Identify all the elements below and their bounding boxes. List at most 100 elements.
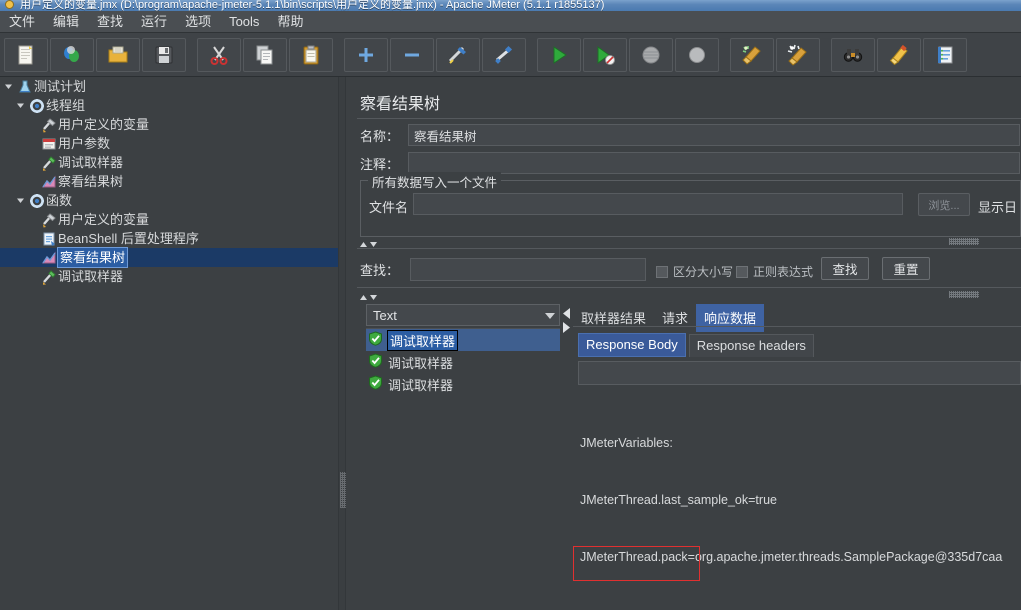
tree-label: 察看结果树 [56, 247, 129, 268]
result-row-1[interactable]: 调试取样器 [366, 329, 560, 351]
tree-node-user-variables-2[interactable]: 用户定义的变量 [0, 210, 338, 229]
tree-node-user-parameters[interactable]: 用户参数 [0, 134, 338, 153]
stop-button[interactable] [629, 37, 673, 72]
detail-tabbar[interactable]: 取样器结果 请求 响应数据 [573, 304, 765, 332]
tree-label: 用户定义的变量 [58, 212, 150, 227]
reset-button[interactable]: 重置 [882, 257, 930, 280]
collapse-right-icon[interactable] [562, 321, 571, 339]
tree-node-thread-group[interactable]: 线程组 [0, 96, 338, 115]
save-button[interactable] [142, 37, 186, 72]
response-tabbar[interactable]: Response Body Response headers [578, 333, 814, 357]
tree-node-beanshell-postprocessor[interactable]: BeanShell 后置处理程序 [0, 229, 338, 248]
clear-button[interactable] [730, 37, 774, 72]
result-label: 调试取样器 [388, 377, 454, 393]
chevron-down-icon[interactable] [14, 96, 27, 115]
detail-splitter[interactable] [562, 303, 572, 610]
case-sensitive-checkbox[interactable] [656, 265, 668, 278]
beanshell-icon [39, 229, 58, 248]
find-input[interactable] [410, 258, 646, 281]
comment-input[interactable] [408, 152, 1020, 174]
tab-request[interactable]: 请求 [654, 304, 696, 332]
new-file-button[interactable] [4, 37, 48, 72]
tree-node-debug-sampler-1[interactable]: 调试取样器 [0, 153, 338, 172]
name-input[interactable] [408, 124, 1020, 146]
test-plan-icon [15, 77, 34, 96]
renderer-select[interactable]: Text [366, 304, 560, 326]
tree-node-user-variables-1[interactable]: 用户定义的变量 [0, 115, 338, 134]
menu-search[interactable]: 查找 [88, 12, 132, 32]
menu-run[interactable]: 运行 [132, 12, 176, 32]
tree-node-debug-sampler-2[interactable]: 调试取样器 [0, 267, 338, 286]
collapse-strip-1[interactable] [357, 236, 1021, 247]
templates-button[interactable] [50, 37, 94, 72]
success-shield-icon [368, 331, 383, 349]
tab-response-body[interactable]: Response Body [578, 333, 686, 357]
comment-row: 注释： [360, 152, 1021, 174]
function-helper-icon [934, 44, 956, 66]
tree-node-function-group[interactable]: 函数 [0, 191, 338, 210]
find-divider-bottom [357, 287, 1021, 288]
results-list[interactable]: 调试取样器 调试取样器 调试取样器 [366, 328, 560, 610]
test-plan-tree[interactable]: 测试计划 线程组 用户定义的变量 用户参数 调试取样器 察看结果树 函数 用户定… [0, 77, 338, 610]
jmeter-icon [4, 0, 15, 9]
response-body-text[interactable]: JMeterVariables: JMeterThread.last_sampl… [580, 396, 1021, 596]
tab-sampler-result[interactable]: 取样器结果 [573, 304, 654, 332]
splitter-grip[interactable] [340, 472, 346, 508]
regex-checkbox[interactable] [736, 265, 748, 278]
splitter-dots-2[interactable] [949, 291, 979, 298]
chevron-down-icon[interactable] [2, 77, 15, 96]
response-line-1: JMeterVariables: [580, 436, 673, 450]
menu-tools[interactable]: Tools [220, 12, 268, 32]
menu-help[interactable]: 帮助 [268, 12, 312, 32]
menu-file[interactable]: 文件 [0, 12, 44, 32]
tab-response-data[interactable]: 响应数据 [696, 304, 765, 332]
toggle-button-2[interactable] [482, 37, 526, 72]
menu-edit[interactable]: 编辑 [44, 12, 88, 32]
function-helper-button[interactable] [923, 37, 967, 72]
response-search-input[interactable] [578, 361, 1021, 385]
reset-search-button[interactable] [877, 37, 921, 72]
shutdown-button[interactable] [675, 37, 719, 72]
clear-all-button[interactable] [776, 37, 820, 72]
user-parameters-icon [39, 134, 58, 153]
tab-response-headers[interactable]: Response headers [688, 334, 814, 357]
search-button[interactable] [831, 37, 875, 72]
collapse-down-icon[interactable] [369, 236, 378, 254]
find-button[interactable]: 查找 [821, 257, 869, 280]
regex-checkbox-group[interactable]: 正则表达式 [736, 263, 813, 280]
tree-node-test-plan[interactable]: 测试计划 [0, 77, 338, 96]
chevron-down-icon[interactable] [545, 313, 555, 319]
window-title: 用户定义的变量.jmx (D:\program\apache-jmeter-5.… [20, 0, 605, 11]
copy-button[interactable] [243, 37, 287, 72]
jmeter-window: 用户定义的变量.jmx (D:\program\apache-jmeter-5.… [0, 0, 1021, 610]
main-splitter[interactable] [338, 77, 346, 610]
title-divider [357, 118, 1021, 119]
browse-button[interactable]: 浏览... [918, 193, 970, 216]
search-binoculars-icon [842, 44, 864, 66]
reset-search-icon [888, 44, 910, 66]
success-shield-icon [368, 375, 383, 393]
result-row-3[interactable]: 调试取样器 [366, 373, 560, 395]
expand-plus-icon [355, 44, 377, 66]
toolbar [0, 33, 1021, 77]
start-button[interactable] [537, 37, 581, 72]
chevron-down-icon[interactable] [14, 191, 27, 210]
collapse-all-button[interactable] [390, 37, 434, 72]
splitter-dots[interactable] [949, 238, 979, 245]
write-all-data-group: 所有数据写入一个文件 文件名 浏览... 显示日 [360, 172, 1021, 237]
tree-node-view-results-2-selected[interactable]: 察看结果树 [0, 247, 338, 268]
result-row-2[interactable]: 调试取样器 [366, 351, 560, 373]
start-no-pauses-button[interactable] [583, 37, 627, 72]
collapse-strip-2[interactable] [357, 289, 1021, 300]
tree-node-view-results-1[interactable]: 察看结果树 [0, 172, 338, 191]
case-sensitive-checkbox-group[interactable]: 区分大小写 [656, 263, 733, 280]
collapse-up-icon[interactable] [359, 236, 368, 254]
cut-button[interactable] [197, 37, 241, 72]
menu-options[interactable]: 选项 [176, 12, 220, 32]
toggle-button[interactable] [436, 37, 480, 72]
filename-input[interactable] [413, 193, 903, 215]
open-button[interactable] [96, 37, 140, 72]
paste-button[interactable] [289, 37, 333, 72]
menu-bar: 文件 编辑 查找 运行 选项 Tools 帮助 [0, 11, 1021, 33]
expand-all-button[interactable] [344, 37, 388, 72]
